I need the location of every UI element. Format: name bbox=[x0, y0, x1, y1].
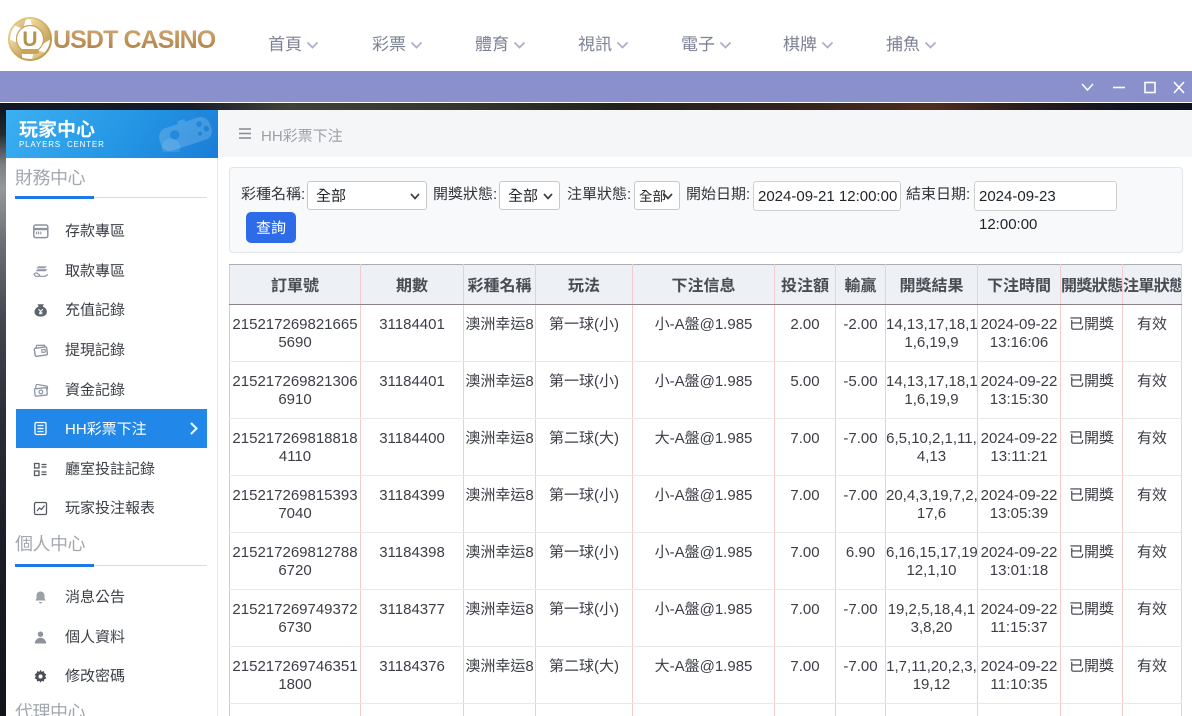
svg-text:U: U bbox=[22, 28, 37, 51]
